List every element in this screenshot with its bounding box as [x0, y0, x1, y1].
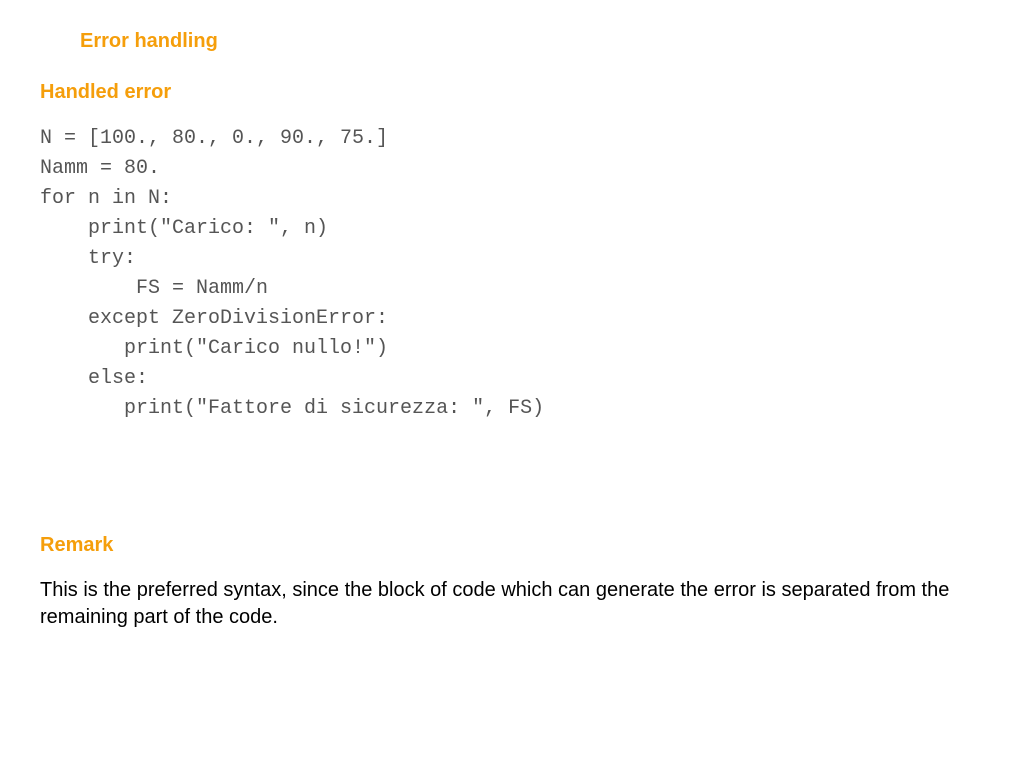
page-title: Error handling	[80, 30, 984, 53]
remark-body: This is the preferred syntax, since the …	[40, 577, 984, 631]
remark-title: Remark	[40, 534, 984, 557]
code-block: N = [100., 80., 0., 90., 75.] Namm = 80.…	[40, 124, 984, 424]
section-subtitle: Handled error	[40, 81, 984, 104]
